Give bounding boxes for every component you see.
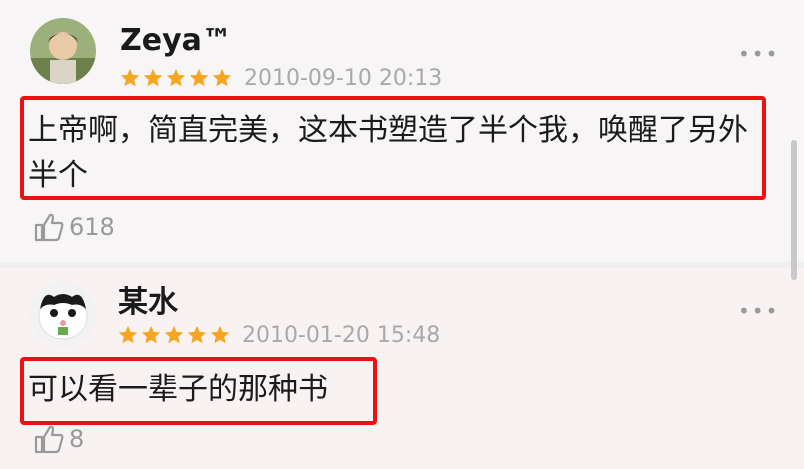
review-card: Zeya™ 2010-09-10 20:13 ••• 上帝啊，简直完美，这本书塑…	[0, 0, 804, 262]
like-button[interactable]: 618	[33, 212, 115, 242]
review-card: 某水 2010-01-20 15:48 ••• 可以看一辈子的那种书 8	[0, 268, 804, 469]
star-icon	[166, 68, 186, 87]
more-icon[interactable]: •••	[738, 301, 779, 321]
star-icon	[189, 68, 209, 87]
scrollbar[interactable]	[791, 140, 797, 280]
review-content: 可以看一辈子的那种书	[28, 372, 328, 407]
star-icon	[120, 68, 140, 87]
review-date: 2010-01-20 15:48	[242, 323, 441, 348]
review-date: 2010-09-10 20:13	[244, 66, 443, 91]
rating-stars	[117, 324, 231, 346]
star-icon	[164, 325, 184, 344]
review-content: 上帝啊，简直完美，这本书塑造了半个我，唤醒了另外半个	[28, 113, 748, 193]
star-icon	[210, 325, 230, 344]
user-avatar[interactable]	[30, 18, 96, 84]
star-icon	[118, 325, 138, 344]
more-icon[interactable]: •••	[738, 44, 779, 64]
username[interactable]: Zeya™	[120, 26, 232, 56]
thumbs-up-icon	[34, 425, 64, 454]
thumbs-up-icon	[34, 213, 64, 242]
like-count: 618	[69, 213, 115, 241]
like-count: 8	[69, 425, 85, 453]
like-button[interactable]: 8	[33, 424, 84, 454]
user-avatar[interactable]	[30, 281, 96, 347]
star-icon	[187, 325, 207, 344]
star-icon	[212, 68, 232, 87]
rating-stars	[119, 67, 233, 89]
username[interactable]: 某水	[118, 288, 178, 318]
star-icon	[141, 325, 161, 344]
star-icon	[143, 68, 163, 87]
